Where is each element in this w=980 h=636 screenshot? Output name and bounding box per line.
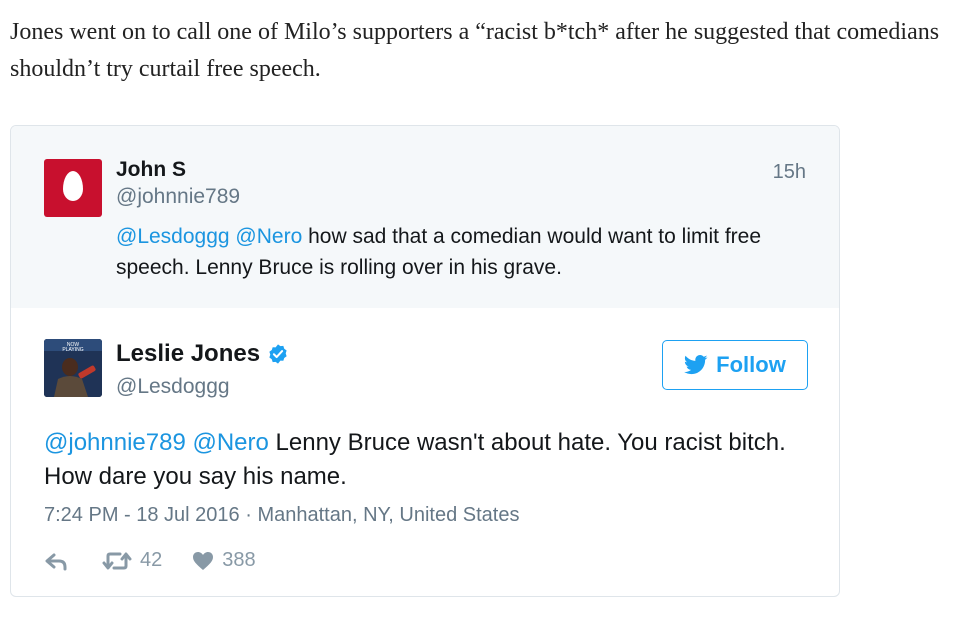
mention-link[interactable]: @Lesdoggg <box>116 225 230 248</box>
quoted-tweet-text: @Lesdoggg @Nero how sad that a comedian … <box>116 221 816 283</box>
avatar[interactable]: NOW PLAYING <box>44 339 102 397</box>
author-name-row[interactable]: Leslie Jones <box>116 340 289 368</box>
embedded-tweet: John S @johnnie789 15h @Lesdoggg @Nero h… <box>10 125 840 597</box>
retweet-icon <box>102 552 132 569</box>
follow-button[interactable]: Follow <box>662 340 808 390</box>
like-count: 388 <box>222 549 256 571</box>
mention-link[interactable]: @johnnie789 <box>44 429 186 456</box>
quoted-author-name[interactable]: John S <box>116 158 186 182</box>
like-button[interactable]: 388 <box>192 549 256 572</box>
retweet-count: 42 <box>140 549 163 571</box>
mention-link[interactable]: @Nero <box>235 225 302 248</box>
retweet-button[interactable]: 42 <box>102 549 162 572</box>
quoted-timestamp[interactable]: 15h <box>773 161 806 184</box>
tweet-actions: 42 388 <box>44 549 256 572</box>
tweet-text: @johnnie789 @Nero Lenny Bruce wasn't abo… <box>44 426 824 494</box>
author-name[interactable]: Leslie Jones <box>116 340 260 368</box>
follow-label: Follow <box>716 352 786 377</box>
verified-badge-icon <box>269 344 287 364</box>
mention-link[interactable]: @Nero <box>192 429 268 456</box>
quoted-author-handle[interactable]: @johnnie789 <box>116 185 240 209</box>
tweet-meta[interactable]: 7:24 PM - 18 Jul 2016 · Manhattan, NY, U… <box>44 504 519 527</box>
svg-text:PLAYING: PLAYING <box>62 347 83 353</box>
reply-button[interactable] <box>44 551 68 571</box>
egg-avatar[interactable] <box>44 159 102 217</box>
article-paragraph: Jones went on to call one of Milo’s supp… <box>10 19 940 82</box>
reply-icon <box>45 553 67 570</box>
quoted-tweet[interactable]: John S @johnnie789 15h @Lesdoggg @Nero h… <box>11 126 839 308</box>
twitter-bird-icon <box>684 355 708 375</box>
heart-icon <box>193 551 214 570</box>
author-handle[interactable]: @Lesdoggg <box>116 375 230 399</box>
